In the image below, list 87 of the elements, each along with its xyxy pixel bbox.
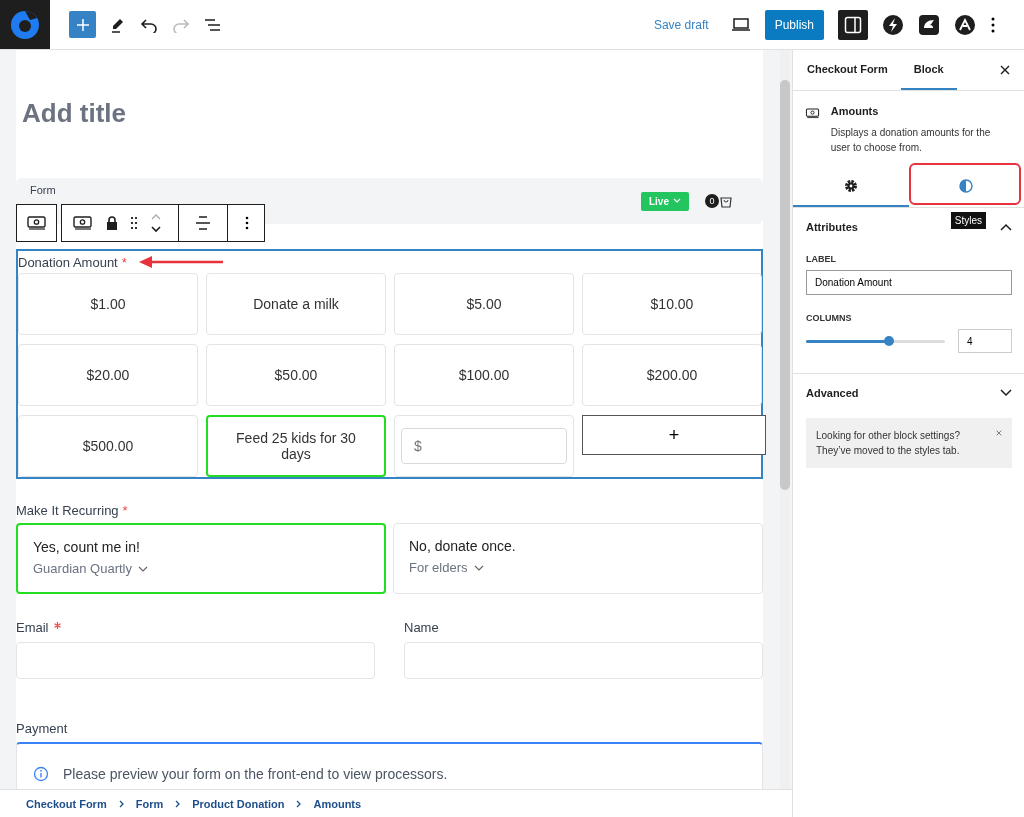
tooltip: Styles [950,212,986,229]
money-icon[interactable] [72,215,94,231]
plus-icon [75,17,90,32]
cart-icon[interactable] [719,194,733,208]
field-label: Name [404,619,439,635]
chevron-right-icon [296,799,302,808]
form-label: Form [30,184,57,196]
close-icon[interactable] [1000,65,1010,75]
field-caption: COLUMNS [806,313,853,323]
amount-option[interactable]: $20.00 [18,344,198,406]
sidebar-toggle-button[interactable] [838,9,868,40]
triangle-logo-icon[interactable] [954,13,976,36]
pencil-icon[interactable] [110,16,126,33]
required-mark: * [121,254,127,270]
cart-count-badge: 0 [705,194,719,208]
scrollbar-thumb[interactable] [780,80,790,490]
more-options-icon[interactable] [244,215,250,231]
text-field[interactable] [404,642,763,679]
chevron-down-icon [473,564,484,571]
list-view-icon[interactable] [204,16,222,33]
block-description: Displays a donation amounts for the user to choose from. [830,126,992,155]
option-title: No, donate once. [409,538,517,554]
more-options-icon[interactable] [990,15,996,34]
chevron-icon[interactable] [1000,389,1012,397]
amount-option[interactable]: $5.00 [394,273,574,335]
recurring-option[interactable]: No, donate once. For elders [393,523,763,594]
payment-notice: Please preview your form on the front-end to view processors. [63,766,448,782]
amount-option[interactable]: $100.00 [394,344,574,406]
field-label: Donation Amount [18,254,118,270]
chevron-right-icon [175,799,181,808]
publish-button[interactable]: Publish [764,9,824,40]
info-icon [33,766,49,782]
align-icon[interactable] [195,215,211,231]
amount-option[interactable]: Donate a milk [206,273,386,335]
logo-icon[interactable] [0,0,50,49]
sidebar-tab[interactable]: Checkout Form [794,50,901,90]
amount-option[interactable]: Feed 25 kids for 30 days [206,415,386,477]
plan-select[interactable]: For elders [409,560,468,575]
title-placeholder[interactable]: Add title [16,98,763,178]
panel-title[interactable]: Attributes [806,221,858,233]
gear-icon [843,179,858,193]
breadcrumb-link[interactable]: Product Donation [192,797,285,810]
columns-slider[interactable] [806,339,945,343]
field-label: Email [16,619,49,635]
chevron-down-icon [138,565,148,572]
laptop-icon[interactable] [730,16,751,33]
amount-option[interactable]: $1.00 [18,273,198,335]
sidebar-tab[interactable]: Block [900,50,957,90]
notice-text: Looking for other block settings? They’ve moved to the styles tab. [816,429,961,458]
panel-title[interactable]: Advanced [806,387,859,399]
field-label: Make It Recurring [16,502,119,518]
lock-icon[interactable] [106,215,118,231]
slider-thumb[interactable] [884,335,895,346]
add-block-button[interactable] [69,11,96,38]
plugin-icon[interactable] [918,13,940,36]
bolt-circle-icon[interactable] [882,13,904,36]
half-circle-icon [959,179,974,193]
custom-amount-field[interactable]: $ [401,428,567,464]
required-asterisk-icon [53,621,61,629]
undo-icon[interactable] [140,16,158,33]
recurring-option[interactable]: Yes, count me in! Guardian Quartly [16,523,386,594]
sidebar-icon [844,15,862,34]
add-amount-button[interactable]: + [582,415,766,455]
breadcrumb-link[interactable]: Checkout Form [26,797,107,810]
text-field[interactable] [16,642,375,679]
breadcrumb-link[interactable]: Amounts [313,797,362,810]
field-caption: LABEL [806,254,837,264]
chevron-right-icon [118,799,124,808]
drag-handle-icon[interactable] [130,216,138,230]
save-draft-link[interactable]: Save draft [653,17,709,32]
amount-option[interactable]: $200.00 [582,344,762,406]
columns-field[interactable]: 4 [958,329,1012,353]
move-up-down-icon[interactable] [150,212,162,234]
breadcrumb-link[interactable]: Form [135,797,164,810]
block-type-button[interactable] [16,204,57,242]
chevron-icon[interactable] [1000,223,1012,231]
amount-option[interactable]: $500.00 [18,415,198,477]
chevron-down-icon [673,198,681,204]
plan-select[interactable]: Guardian Quartly [33,561,132,576]
money-icon [25,215,48,231]
label-field[interactable]: Donation Amount [806,270,1012,295]
field-label: Payment [16,720,68,736]
option-title: Yes, count me in! [33,539,141,555]
required-mark: * [122,502,128,518]
amount-option[interactable]: $10.00 [582,273,762,335]
amount-option[interactable]: $50.00 [206,344,386,406]
block-name: Amounts [830,105,880,117]
